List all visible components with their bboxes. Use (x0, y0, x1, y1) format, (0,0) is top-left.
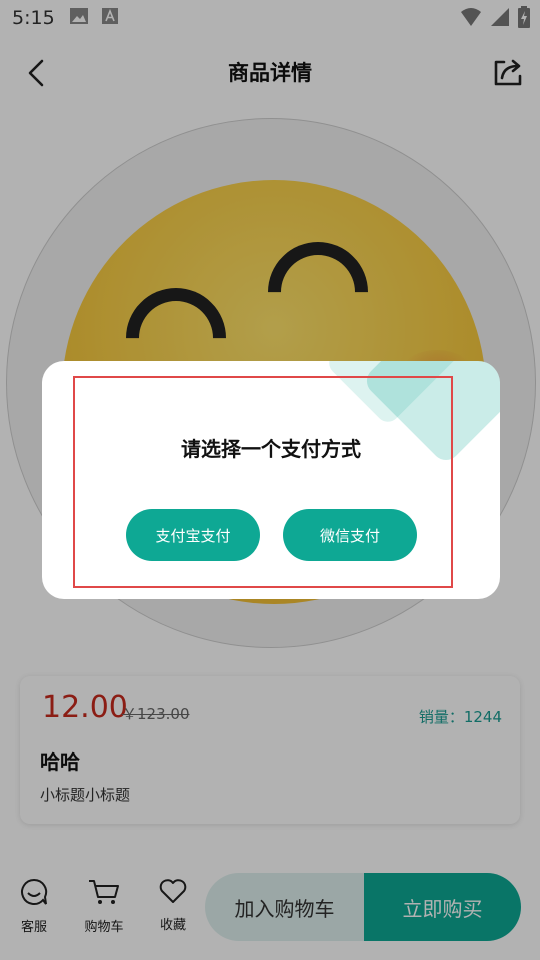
highlight-box (73, 376, 453, 588)
